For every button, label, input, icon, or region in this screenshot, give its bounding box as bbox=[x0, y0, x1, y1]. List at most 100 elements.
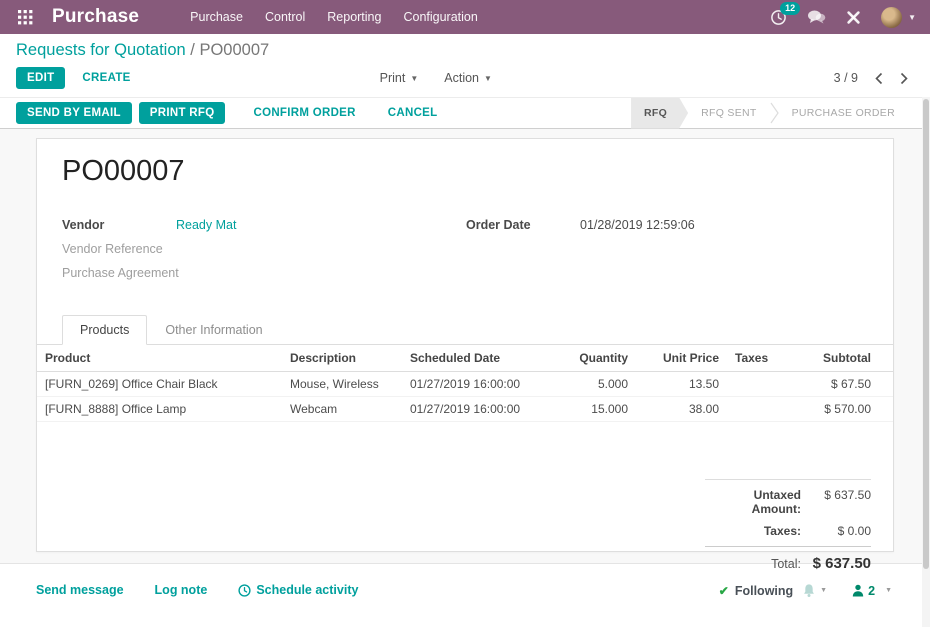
vertical-scrollbar[interactable] bbox=[922, 97, 930, 627]
header-scheduled-date[interactable]: Scheduled Date bbox=[402, 345, 552, 372]
status-stage-purchase-order[interactable]: PURCHASE ORDER bbox=[779, 98, 908, 129]
app-title[interactable]: Purchase bbox=[52, 6, 139, 28]
schedule-activity-label: Schedule activity bbox=[256, 583, 359, 597]
log-note-button[interactable]: Log note bbox=[155, 583, 208, 597]
following-label: Following bbox=[734, 583, 794, 598]
purchase-agreement-label: Purchase Agreement bbox=[62, 266, 179, 280]
chevron-down-icon: ▼ bbox=[484, 73, 492, 83]
menu-reporting[interactable]: Reporting bbox=[318, 6, 390, 28]
untaxed-amount-label: Untaxed Amount: bbox=[751, 488, 801, 516]
cell-quantity[interactable]: 15.000 bbox=[552, 396, 636, 422]
activities-bell-dropdown[interactable]: ▼ bbox=[802, 583, 827, 598]
header-product[interactable]: Product bbox=[37, 345, 282, 372]
chevron-left-icon bbox=[875, 72, 883, 84]
status-pipeline: RFQ RFQ SENT PURCHASE ORDER bbox=[631, 98, 908, 129]
crossed-tools-icon bbox=[847, 10, 860, 24]
main-menu: Purchase Control Reporting Configuration bbox=[181, 6, 487, 28]
cell-unit-price[interactable]: 13.50 bbox=[636, 371, 727, 397]
person-icon bbox=[852, 584, 864, 597]
cell-description[interactable]: Mouse, Wireless bbox=[282, 371, 402, 397]
breadcrumb: Requests for Quotation / PO00007 bbox=[16, 41, 916, 60]
chevron-right-icon bbox=[900, 72, 908, 84]
apps-menu-icon[interactable] bbox=[10, 9, 40, 25]
total-value: $ 637.50 bbox=[812, 555, 871, 572]
taxes-value: $ 0.00 bbox=[837, 524, 871, 538]
header-unit-price[interactable]: Unit Price bbox=[636, 345, 727, 372]
table-row[interactable]: [FURN_8888] Office Lamp Webcam 01/27/201… bbox=[37, 396, 893, 422]
header-description[interactable]: Description bbox=[282, 345, 402, 372]
following-toggle[interactable]: ✔ Following bbox=[719, 584, 793, 598]
edit-button[interactable]: EDIT bbox=[16, 67, 66, 89]
cell-product[interactable]: [FURN_0269] Office Chair Black bbox=[37, 371, 282, 397]
table-row[interactable]: [FURN_0269] Office Chair Black Mouse, Wi… bbox=[37, 371, 893, 397]
order-date-label: Order Date bbox=[466, 218, 531, 232]
pager-value: 3 / 9 bbox=[833, 71, 858, 85]
header-quantity[interactable]: Quantity bbox=[552, 345, 636, 372]
vendor-value-link[interactable]: Ready Mat bbox=[176, 218, 236, 235]
status-stage-rfq-sent[interactable]: RFQ SENT bbox=[688, 98, 769, 129]
action-dropdown[interactable]: Action ▼ bbox=[444, 71, 492, 85]
create-button[interactable]: CREATE bbox=[71, 67, 141, 89]
schedule-activity-button[interactable]: Schedule activity bbox=[238, 583, 358, 597]
pager: 3 / 9 bbox=[834, 71, 916, 85]
control-panel: Requests for Quotation / PO00007 EDIT CR… bbox=[0, 34, 930, 97]
user-menu[interactable]: ▼ bbox=[881, 6, 916, 28]
vendor-label: Vendor bbox=[62, 218, 105, 232]
cell-subtotal[interactable]: $ 67.50 bbox=[802, 371, 893, 397]
activity-count-badge: 12 bbox=[780, 1, 801, 15]
untaxed-amount-value: $ 637.50 bbox=[824, 488, 871, 502]
send-message-button[interactable]: Send message bbox=[36, 583, 124, 597]
activities-button[interactable]: 12 bbox=[770, 1, 801, 26]
clock-icon bbox=[238, 583, 251, 597]
stage-separator-icon bbox=[770, 98, 779, 129]
header-subtotal[interactable]: Subtotal bbox=[802, 345, 893, 372]
pager-previous-button[interactable] bbox=[875, 72, 883, 85]
confirm-order-button[interactable]: CONFIRM ORDER bbox=[242, 102, 366, 124]
statusbar: SEND BY EMAIL PRINT RFQ CONFIRM ORDER CA… bbox=[0, 97, 930, 129]
check-icon: ✔ bbox=[718, 583, 729, 598]
total-label: Total: bbox=[771, 557, 801, 571]
chevron-down-icon: ▼ bbox=[885, 587, 892, 594]
cell-subtotal[interactable]: $ 570.00 bbox=[802, 396, 893, 422]
totals-block: Untaxed Amount: $ 637.50 Taxes: $ 0.00 T… bbox=[705, 479, 871, 576]
grid-icon bbox=[17, 9, 32, 24]
followers-dropdown[interactable]: 2 ▼ bbox=[852, 584, 892, 598]
user-avatar bbox=[881, 6, 903, 28]
status-stage-rfq[interactable]: RFQ bbox=[631, 98, 688, 129]
print-rfq-button[interactable]: PRINT RFQ bbox=[138, 102, 226, 124]
send-by-email-button[interactable]: SEND BY EMAIL bbox=[16, 102, 132, 124]
notebook-tabs: Products Other Information bbox=[37, 315, 893, 345]
cell-taxes[interactable] bbox=[727, 396, 802, 422]
cell-scheduled-date[interactable]: 01/27/2019 16:00:00 bbox=[402, 371, 552, 397]
cell-unit-price[interactable]: 38.00 bbox=[636, 396, 727, 422]
scrollbar-thumb[interactable] bbox=[923, 99, 929, 569]
cancel-button[interactable]: CANCEL bbox=[377, 102, 449, 124]
bell-icon bbox=[804, 584, 815, 597]
action-label: Action bbox=[444, 71, 480, 85]
chevron-down-icon: ▼ bbox=[820, 587, 828, 594]
tab-other-information[interactable]: Other Information bbox=[147, 315, 280, 345]
breadcrumb-current: PO00007 bbox=[199, 41, 270, 59]
menu-control[interactable]: Control bbox=[256, 6, 314, 28]
cell-taxes[interactable] bbox=[727, 371, 802, 397]
top-nav: Purchase Purchase Control Reporting Conf… bbox=[0, 0, 930, 34]
print-dropdown[interactable]: Print ▼ bbox=[380, 71, 419, 85]
menu-configuration[interactable]: Configuration bbox=[394, 6, 486, 28]
followers-count: 2 bbox=[868, 583, 876, 598]
breadcrumb-parent-link[interactable]: Requests for Quotation bbox=[16, 41, 186, 59]
table-header-row: Product Description Scheduled Date Quant… bbox=[37, 345, 893, 372]
cell-quantity[interactable]: 5.000 bbox=[552, 371, 636, 397]
chevron-down-icon: ▼ bbox=[410, 73, 419, 83]
messages-button[interactable] bbox=[807, 9, 826, 25]
pager-next-button[interactable] bbox=[900, 72, 908, 85]
chevron-down-icon: ▼ bbox=[908, 12, 916, 22]
menu-purchase[interactable]: Purchase bbox=[181, 6, 252, 28]
header-taxes[interactable]: Taxes bbox=[727, 345, 802, 372]
tab-products[interactable]: Products bbox=[62, 315, 148, 345]
cell-description[interactable]: Webcam bbox=[282, 396, 402, 422]
form-view: PO00007 Vendor Ready Mat Vendor Referenc… bbox=[0, 129, 930, 627]
cell-product[interactable]: [FURN_8888] Office Lamp bbox=[37, 396, 282, 422]
tools-button[interactable] bbox=[846, 10, 861, 25]
chat-bubbles-icon bbox=[808, 10, 826, 24]
cell-scheduled-date[interactable]: 01/27/2019 16:00:00 bbox=[402, 396, 552, 422]
